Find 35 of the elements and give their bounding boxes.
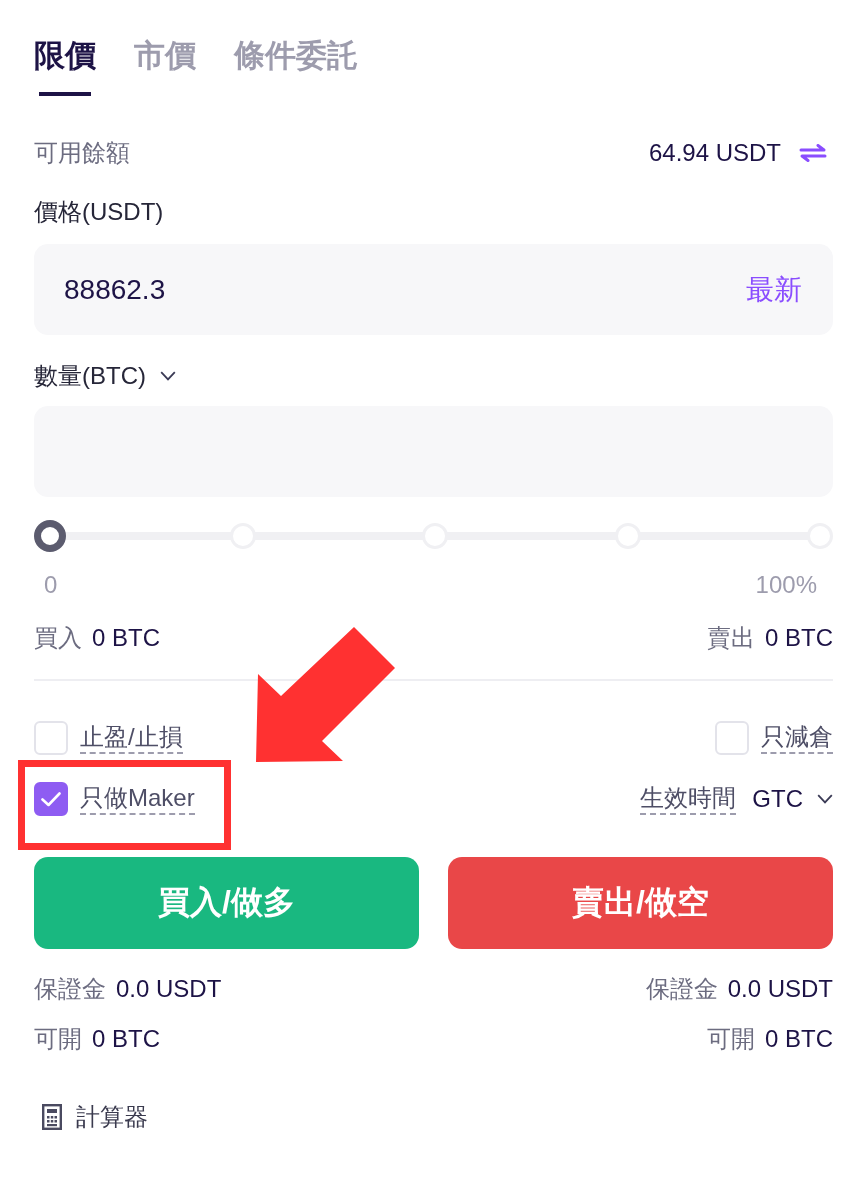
chevron-down-icon <box>160 371 176 381</box>
time-in-force-label: 生效時間 <box>640 783 737 815</box>
price-field[interactable]: 88862.3 最新 <box>34 244 833 335</box>
amount-value: 0 BTC <box>92 623 160 653</box>
option-label: 只減倉 <box>761 722 833 754</box>
order-type-tab[interactable]: 限價 <box>34 38 96 96</box>
amount-label: 賣出 <box>707 623 755 653</box>
option-label: 只做Maker <box>80 783 195 815</box>
max-open-value: 0 BTC <box>765 1024 833 1054</box>
balance-label: 可用餘額 <box>34 138 130 168</box>
max-open-value: 0 BTC <box>92 1024 160 1054</box>
quantity-unit-dropdown[interactable]: 數量(BTC) <box>34 360 176 392</box>
slider-min-label: 0 <box>44 571 58 599</box>
amount-label: 買入 <box>34 623 82 653</box>
margin-value: 0.0 USDT <box>116 974 222 1004</box>
slider-thumb[interactable] <box>34 520 66 552</box>
price-label: 價格(USDT) <box>34 197 165 227</box>
chevron-down-icon <box>817 794 833 804</box>
option-label: 止盈/止損 <box>80 722 183 754</box>
margin-value: 0.0 USDT <box>727 974 833 1004</box>
sell-short-button[interactable]: 賣出/做空 <box>448 857 833 949</box>
balance-value: 64.94 USDT <box>648 139 781 167</box>
latest-price-button[interactable]: 最新 <box>746 271 802 308</box>
checkbox[interactable] <box>34 782 68 816</box>
slider-max-label: 100% <box>755 571 817 599</box>
margin-label: 保證金 <box>34 974 106 1004</box>
time-in-force-dropdown[interactable]: GTC <box>752 784 833 814</box>
max-open-label: 可開 <box>34 1024 82 1054</box>
calculator-icon <box>42 1104 62 1130</box>
percentage-slider[interactable] <box>34 518 833 554</box>
margin-label: 保證金 <box>645 974 718 1004</box>
checkmark-icon <box>41 791 61 807</box>
max-open-label: 可開 <box>707 1024 755 1054</box>
calculator-button[interactable]: 計算器 <box>34 1101 148 1133</box>
amount-value: 0 BTC <box>765 623 833 653</box>
